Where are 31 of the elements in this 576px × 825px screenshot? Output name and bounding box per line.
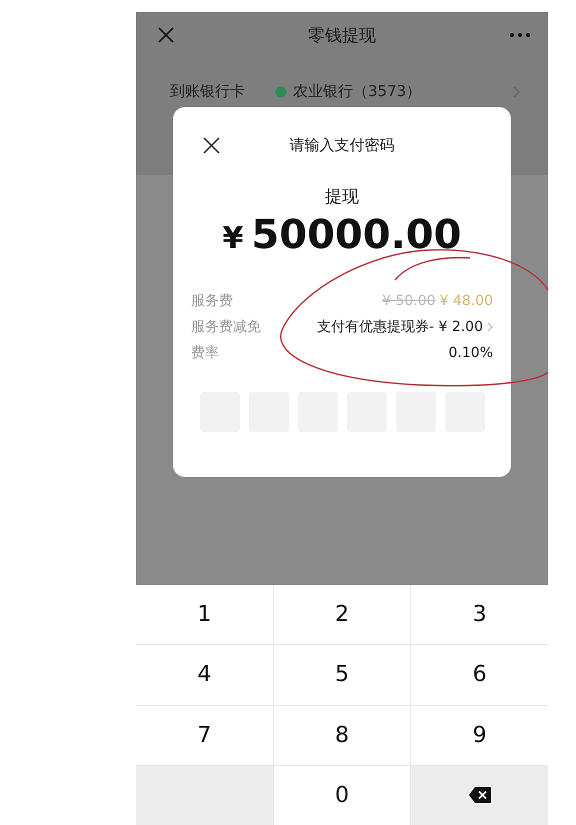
digit-key[interactable]: 6: [411, 645, 548, 704]
bank-name: 农业银行（3573）: [293, 82, 422, 101]
page-title: 零钱提现: [308, 24, 376, 46]
amount: 50000.00: [251, 212, 462, 258]
fee-rate: 0.10%: [448, 345, 493, 361]
fee-label: 费率: [191, 344, 219, 362]
chevron-icon[interactable]: [513, 86, 520, 98]
digit-key[interactable]: 5: [274, 645, 410, 704]
bank-logo-icon: [275, 86, 287, 98]
dialog-title: 请输入支付密码: [290, 136, 394, 154]
backspace-icon: [468, 787, 491, 804]
digit-key[interactable]: 1: [136, 585, 273, 644]
digit-key[interactable]: 8: [274, 706, 410, 765]
currency-symbol: ¥: [222, 221, 244, 256]
more-icon[interactable]: [510, 33, 530, 37]
chevron-icon: [487, 322, 493, 332]
dialog-subtitle: 提现: [324, 186, 360, 208]
coupon-link[interactable]: 支付有优惠提现券- ¥ 2.00: [316, 318, 483, 336]
digit-key[interactable]: 3: [411, 585, 548, 644]
fee-label: 服务费减免: [191, 318, 261, 336]
digit-key[interactable]: 4: [136, 645, 273, 704]
close-icon[interactable]: [203, 136, 220, 154]
fee-label: 服务费: [191, 292, 233, 310]
digit-key[interactable]: 0: [274, 766, 410, 825]
discounted-fee: ¥ 48.00: [440, 293, 493, 309]
digit-key[interactable]: 2: [274, 585, 410, 644]
delete-key[interactable]: [411, 766, 548, 825]
digit-key[interactable]: 9: [411, 706, 548, 765]
bank-card-label: 到账银行卡: [170, 82, 245, 101]
original-fee: ¥ 50.00: [382, 293, 436, 309]
digit-key[interactable]: 7: [136, 706, 273, 765]
